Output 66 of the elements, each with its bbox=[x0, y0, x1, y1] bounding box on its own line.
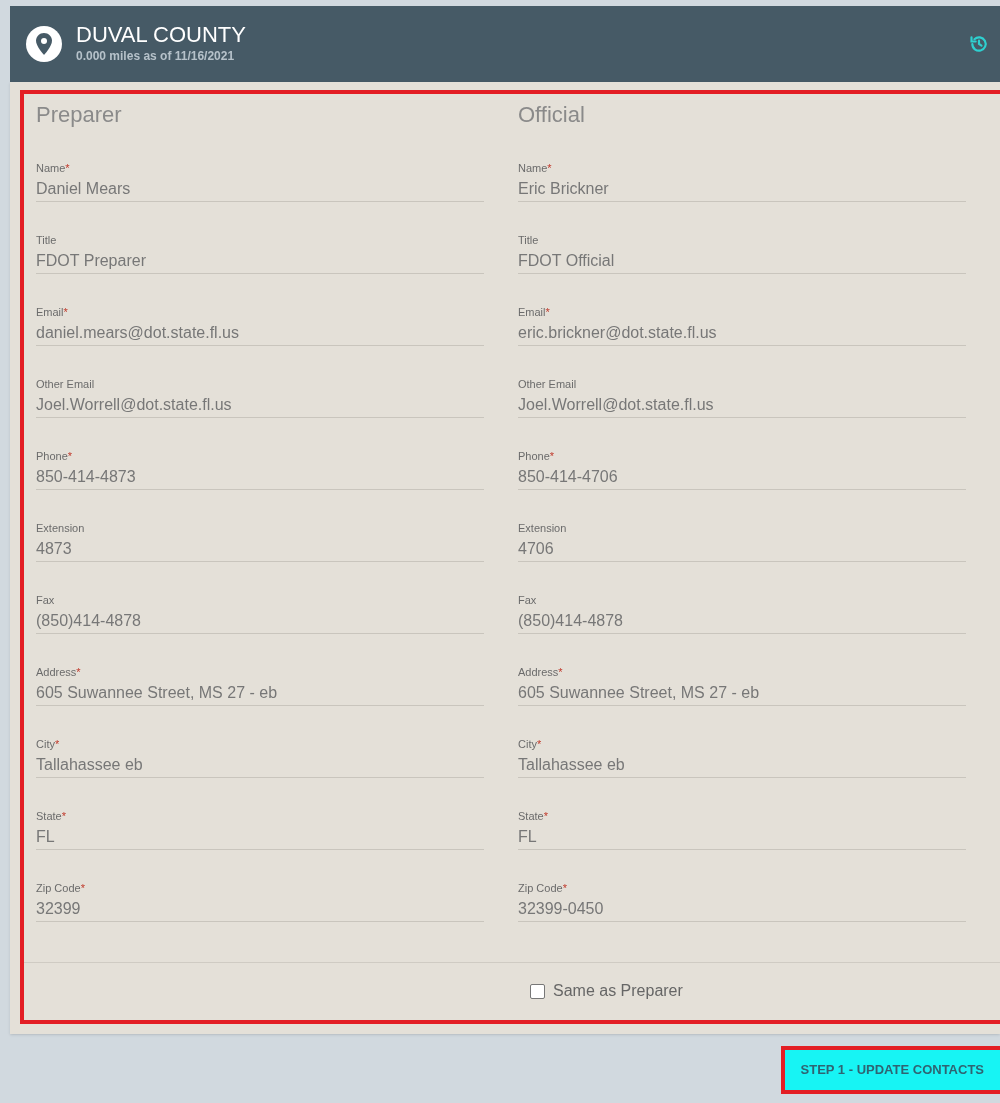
input-field[interactable]: Tallahassee eb bbox=[518, 752, 966, 778]
field-label: Email bbox=[36, 305, 64, 320]
mileage-subtitle: 0.000 miles as of 11/16/2021 bbox=[76, 48, 236, 65]
required-marker: * bbox=[543, 809, 548, 824]
update-contacts-button[interactable]: STEP 1 - UPDATE CONTACTS bbox=[780, 1046, 1000, 1094]
input-field[interactable]: Tallahassee eb bbox=[36, 752, 484, 778]
input-field[interactable]: 605 Suwannee Street, MS 27 - eb bbox=[518, 680, 966, 706]
field-label: Fax bbox=[518, 593, 537, 608]
column-heading: Preparer bbox=[36, 100, 122, 129]
input-field[interactable]: (850)414-4878 bbox=[36, 608, 484, 634]
input-field[interactable]: Joel.Worrell@dot.state.fl.us bbox=[36, 392, 484, 418]
required-marker: * bbox=[54, 737, 60, 752]
required-marker: * bbox=[549, 449, 555, 464]
field-label: Extension bbox=[518, 521, 567, 536]
input-field[interactable]: 32399-0450 bbox=[518, 896, 966, 922]
same-as-preparer-checkbox[interactable]: Same as Preparer bbox=[530, 979, 683, 1003]
input-field[interactable]: 850-414-4706 bbox=[518, 464, 966, 490]
required-marker: * bbox=[65, 161, 70, 176]
required-marker: * bbox=[80, 881, 85, 896]
required-marker: * bbox=[545, 305, 550, 320]
input-field[interactable]: eric.brickner@dot.state.fl.us bbox=[518, 320, 966, 346]
required-marker: * bbox=[67, 449, 73, 464]
field-label: State bbox=[36, 809, 62, 824]
input-field[interactable]: 4706 bbox=[518, 536, 966, 562]
required-marker: * bbox=[562, 881, 567, 896]
field-label: Other Email bbox=[36, 377, 95, 392]
field-label: City bbox=[36, 737, 55, 752]
field-label: Phone bbox=[518, 449, 550, 464]
required-marker: * bbox=[61, 809, 66, 824]
field-label: Extension bbox=[36, 521, 85, 536]
input-field[interactable]: Eric Brickner bbox=[518, 176, 966, 202]
field-label: Email bbox=[518, 305, 546, 320]
column-heading: Official bbox=[518, 100, 585, 129]
input-field[interactable]: (850)414-4878 bbox=[518, 608, 966, 634]
input-field[interactable]: FL bbox=[518, 824, 966, 850]
field-label: Title bbox=[36, 233, 57, 248]
field-label: Address bbox=[518, 665, 559, 680]
input-field[interactable]: FDOT Official bbox=[518, 248, 966, 274]
location-pin-icon bbox=[26, 26, 62, 62]
field-label: City bbox=[518, 737, 537, 752]
input-field[interactable]: FL bbox=[36, 824, 484, 850]
input-field[interactable]: Joel.Worrell@dot.state.fl.us bbox=[518, 392, 966, 418]
field-label: Title bbox=[518, 233, 539, 248]
input-field[interactable]: 32399 bbox=[36, 896, 484, 922]
input-field[interactable]: 850-414-4873 bbox=[36, 464, 484, 490]
required-marker: * bbox=[558, 665, 563, 680]
input-field[interactable]: 4873 bbox=[36, 536, 484, 562]
field-label: State bbox=[518, 809, 544, 824]
field-label: Name bbox=[36, 161, 66, 176]
field-label: Name bbox=[518, 161, 548, 176]
required-marker: * bbox=[536, 737, 542, 752]
required-marker: * bbox=[547, 161, 552, 176]
input-field[interactable]: FDOT Preparer bbox=[36, 248, 484, 274]
field-label: Phone bbox=[36, 449, 68, 464]
input-field[interactable]: 605 Suwannee Street, MS 27 - eb bbox=[36, 680, 484, 706]
input-field[interactable]: Daniel Mears bbox=[36, 176, 484, 202]
field-label: Fax bbox=[36, 593, 55, 608]
history-icon[interactable] bbox=[968, 33, 990, 55]
field-label: Zip Code bbox=[518, 881, 563, 896]
input-field[interactable]: daniel.mears@dot.state.fl.us bbox=[36, 320, 484, 346]
county-title: DUVAL COUNTY bbox=[76, 23, 246, 47]
required-marker: * bbox=[76, 665, 81, 680]
field-label: Other Email bbox=[518, 377, 577, 392]
field-label: Address bbox=[36, 665, 77, 680]
field-label: Zip Code bbox=[36, 881, 81, 896]
required-marker: * bbox=[63, 305, 68, 320]
